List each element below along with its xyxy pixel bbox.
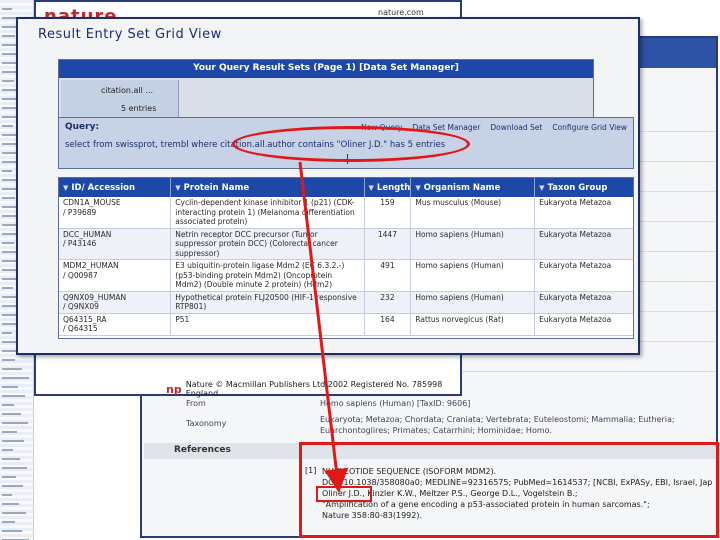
column-header-id[interactable]: ▼ ID/ Accession <box>59 178 172 197</box>
table-row[interactable]: MDM2_HUMAN / Q00987 E3 ubiquitin-protein … <box>59 259 633 292</box>
result-set-count: 5 entries <box>121 104 157 113</box>
table-row[interactable]: Q64315_RA / Q64315 P51 164 Rattus norvegi… <box>59 313 633 336</box>
cell-organism: Mus musculus (Mouse) <box>410 197 536 229</box>
download-set-link[interactable]: Download Set <box>490 123 542 132</box>
from-value: Homo sapiens (Human) [TaxID: 9606] <box>320 399 471 408</box>
sort-icon: ▼ <box>175 183 181 192</box>
highlight-author-box <box>316 486 372 502</box>
strip-mark <box>2 359 15 361</box>
strip-mark <box>2 395 25 397</box>
cell-id[interactable]: Q64315_RA / Q64315 <box>59 313 172 336</box>
nature-footer: np Nature © Macmillan Publishers Ltd 200… <box>166 380 460 398</box>
cell-id[interactable]: CDN1A_MOUSE / P39689 <box>59 197 172 229</box>
cell-protein-name: P51 <box>170 313 365 336</box>
cell-protein-name: Netrin receptor DCC precursor (Tumor sup… <box>170 228 365 260</box>
cell-taxon: Eukaryota Metazoa <box>534 291 633 314</box>
query-label: Query: <box>65 122 100 132</box>
sort-icon: ▼ <box>63 183 69 192</box>
strip-mark <box>2 458 20 460</box>
strip-mark <box>2 530 22 532</box>
strip-mark <box>2 80 14 82</box>
column-header-organism[interactable]: ▼ Organism Name <box>410 178 536 197</box>
strip-mark <box>2 197 15 199</box>
strip-mark <box>2 485 23 487</box>
strip-mark <box>2 476 16 478</box>
strip-mark <box>2 125 13 127</box>
strip-mark <box>2 332 12 334</box>
taxonomy-label: Taxonomy <box>186 419 227 428</box>
results-table: ▼ ID/ Accession ▼ Protein Name ▼ Length ▼ Or… <box>59 178 633 336</box>
strip-mark <box>2 152 16 154</box>
strip-mark <box>2 413 21 415</box>
cell-organism: Homo sapiens (Human) <box>410 291 536 314</box>
strip-mark <box>2 521 15 523</box>
column-header-length[interactable]: ▼ Length <box>364 178 412 197</box>
strip-mark <box>2 404 14 406</box>
table-row[interactable]: DCC_HUMAN / P43146 Netrin receptor DCC pr… <box>59 228 633 260</box>
sort-icon: ▼ <box>415 183 421 192</box>
cell-length: 1447 <box>364 228 412 260</box>
strip-mark <box>2 8 12 10</box>
table-row[interactable]: Q9NX09_HUMAN / Q9NX09 Hypothetical protei… <box>59 291 633 314</box>
strip-mark <box>2 512 26 514</box>
cell-length: 159 <box>364 197 412 229</box>
strip-mark <box>2 287 13 289</box>
strip-mark <box>2 503 19 505</box>
strip-mark <box>2 107 17 109</box>
column-header-protein-name[interactable]: ▼ Protein Name <box>170 178 365 197</box>
cell-id[interactable]: Q9NX09_HUMAN / Q9NX09 <box>59 291 172 314</box>
strip-mark <box>2 377 29 379</box>
result-sets-header: Your Query Result Sets (Page 1) [Data Se… <box>59 60 593 78</box>
data-set-manager-link[interactable]: [Data Set Manager] <box>359 63 459 73</box>
configure-grid-view-link[interactable]: Configure Grid View <box>552 123 627 132</box>
strip-mark <box>2 368 22 370</box>
copyright-text: Nature © Macmillan Publishers Ltd 2002 R… <box>185 380 443 398</box>
cell-length: 232 <box>364 291 412 314</box>
results-table-panel: ▼ ID/ Accession ▼ Protein Name ▼ Length ▼ Or… <box>58 177 634 339</box>
cell-protein-name: Hypothetical protein FLJ20500 (HIF-1 res… <box>170 291 365 314</box>
cell-taxon: Eukaryota Metazoa <box>534 313 633 336</box>
cell-organism: Rattus norvegicus (Rat) <box>410 313 536 336</box>
strip-mark <box>2 449 13 451</box>
cell-length: 164 <box>364 313 412 336</box>
taxonomy-value: Eukaryota; Metazoa; Chordata; Craniata; … <box>320 415 675 435</box>
strip-mark <box>2 386 18 388</box>
strip-mark <box>2 242 14 244</box>
window-title: Result Entry Set Grid View <box>38 27 222 42</box>
strip-mark <box>2 440 24 442</box>
cell-length: 491 <box>364 259 412 292</box>
strip-mark <box>2 431 17 433</box>
strip-mark <box>2 422 28 424</box>
strip-mark <box>2 467 27 469</box>
strip-mark <box>2 170 12 172</box>
publisher-logo: np <box>166 382 182 396</box>
result-set-name: citation.all ... <box>101 86 154 95</box>
cell-id[interactable]: DCC_HUMAN / P43146 <box>59 228 172 260</box>
result-sets-page-link[interactable]: 1) <box>346 63 356 73</box>
from-label: From <box>186 399 206 408</box>
strip-mark <box>2 35 15 37</box>
table-row[interactable]: CDN1A_MOUSE / P39689 Cyclin-dependent kin… <box>59 197 633 229</box>
cell-organism: Homo sapiens (Human) <box>410 228 536 260</box>
cell-organism: Homo sapiens (Human) <box>410 259 536 292</box>
nature-site-text[interactable]: nature.com <box>378 8 424 17</box>
result-sets-title: Your Query Result Sets (Page <box>193 63 343 73</box>
sort-icon: ▼ <box>368 183 374 192</box>
cell-taxon: Eukaryota Metazoa <box>534 228 633 260</box>
column-header-taxon[interactable]: ▼ Taxon Group <box>534 178 633 197</box>
sort-icon: ▼ <box>539 183 545 192</box>
cell-taxon: Eukaryota Metazoa <box>534 259 633 292</box>
strip-mark <box>2 269 17 271</box>
strip-mark <box>2 314 16 316</box>
result-entry-set-window: Result Entry Set Grid View Your Query Re… <box>16 17 640 355</box>
strip-mark <box>2 494 12 496</box>
cell-taxon: Eukaryota Metazoa <box>534 197 633 229</box>
cell-protein-name: E3 ubiquitin-protein ligase Mdm2 (EC 6.3… <box>170 259 365 292</box>
highlight-oval-annotation <box>232 126 470 162</box>
cell-protein-name: Cyclin-dependent kinase inhibitor 1 (p21… <box>170 197 365 229</box>
cell-id[interactable]: MDM2_HUMAN / Q00987 <box>59 259 172 292</box>
